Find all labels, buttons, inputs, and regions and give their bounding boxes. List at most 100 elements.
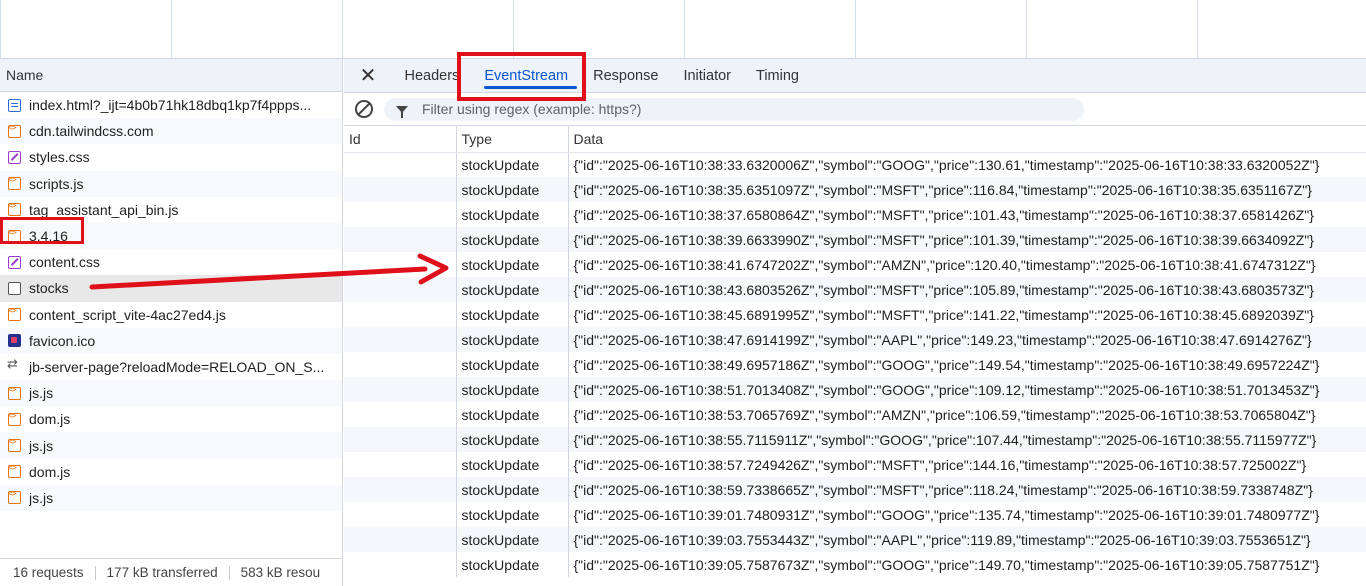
request-name: styles.css: [29, 149, 90, 166]
event-type-cell: stockUpdate: [456, 452, 569, 477]
event-type-cell: stockUpdate: [456, 427, 569, 452]
timeline-segment: [342, 0, 513, 58]
request-count: 16 requests: [13, 565, 84, 580]
event-data-cell: {"id":"2025-06-16T10:38:57.7249426Z","sy…: [568, 452, 1366, 477]
event-id-cell: [344, 152, 457, 177]
event-row[interactable]: stockUpdate {"id":"2025-06-16T10:38:57.72…: [344, 452, 1366, 477]
request-row[interactable]: js.js: [0, 432, 342, 459]
request-row[interactable]: favicon.ico: [0, 327, 342, 354]
request-row[interactable]: jb-server-page?reloadMode=RELOAD_ON_S...: [0, 354, 342, 380]
block-icon: [355, 100, 373, 118]
event-id-cell: [344, 277, 457, 302]
name-column-header[interactable]: Name: [0, 59, 342, 92]
event-row[interactable]: stockUpdate {"id":"2025-06-16T10:39:05.75…: [344, 552, 1366, 577]
detail-tab-bar: ✕ Headers EventStream Response Initiator…: [344, 52, 1366, 101]
stocks-request-highlight: [0, 217, 84, 244]
request-row[interactable]: scripts.js: [0, 170, 342, 197]
event-row[interactable]: stockUpdate {"id":"2025-06-16T10:38:49.69…: [344, 352, 1366, 377]
request-detail-panel: ✕ Headers EventStream Response Initiator…: [344, 52, 1366, 586]
event-type-cell: stockUpdate: [456, 252, 569, 277]
event-type-cell: stockUpdate: [456, 527, 569, 552]
request-row[interactable]: dom.js: [0, 459, 342, 485]
event-id-cell: [344, 302, 457, 327]
filter-box[interactable]: [384, 97, 1084, 121]
close-detail-button[interactable]: ✕: [344, 63, 392, 88]
event-row[interactable]: stockUpdate {"id":"2025-06-16T10:39:01.74…: [344, 502, 1366, 527]
event-id-cell: [344, 352, 457, 377]
event-id-cell: [344, 402, 457, 427]
request-name: favicon.ico: [29, 332, 96, 349]
event-data-cell: {"id":"2025-06-16T10:39:01.7480931Z","sy…: [568, 502, 1366, 527]
event-row[interactable]: stockUpdate {"id":"2025-06-16T10:38:59.73…: [344, 477, 1366, 502]
request-row[interactable]: js.js: [0, 380, 342, 407]
request-name: dom.js: [29, 411, 71, 428]
filter-input[interactable]: [422, 101, 1062, 117]
event-type-cell: stockUpdate: [456, 277, 569, 302]
event-row[interactable]: stockUpdate {"id":"2025-06-16T10:38:45.68…: [344, 302, 1366, 327]
request-name: scripts.js: [29, 175, 84, 192]
request-row[interactable]: content_script_vite-4ac27ed4.js: [0, 302, 342, 328]
event-row[interactable]: stockUpdate {"id":"2025-06-16T10:38:41.67…: [344, 252, 1366, 277]
request-row[interactable]: stocks: [0, 275, 342, 302]
event-row[interactable]: stockUpdate {"id":"2025-06-16T10:39:03.75…: [344, 527, 1366, 552]
script-icon: [8, 437, 21, 453]
clear-messages-button[interactable]: [344, 100, 384, 118]
event-row[interactable]: stockUpdate {"id":"2025-06-16T10:38:39.66…: [344, 227, 1366, 252]
stylesheet-icon: [8, 150, 21, 164]
request-row[interactable]: cdn.tailwindcss.com: [0, 118, 342, 145]
script-icon: [8, 123, 21, 138]
request-row[interactable]: content.css: [0, 249, 342, 275]
timeline-segment: [1197, 0, 1366, 58]
request-row[interactable]: styles.css: [0, 144, 342, 170]
event-row[interactable]: stockUpdate {"id":"2025-06-16T10:38:47.69…: [344, 327, 1366, 352]
event-data-cell: {"id":"2025-06-16T10:38:35.6351097Z","sy…: [568, 177, 1366, 202]
script-icon: [8, 489, 21, 505]
request-name: tag_assistant_api_bin.js: [29, 201, 179, 218]
event-type-cell: stockUpdate: [456, 377, 569, 402]
event-id-cell: [344, 502, 457, 527]
event-data-cell: {"id":"2025-06-16T10:38:41.6747202Z","sy…: [568, 252, 1366, 277]
event-type-cell: stockUpdate: [456, 477, 569, 502]
resources-size: 583 kB resou: [240, 565, 321, 580]
request-row[interactable]: index.html?_ijt=4b0b71hk18dbq1kp7f4ppps.…: [0, 92, 342, 118]
event-id-cell: [344, 477, 457, 502]
fetch-icon: [7, 356, 21, 373]
tab-initiator[interactable]: Initiator: [671, 59, 744, 93]
event-id-cell: [344, 327, 457, 352]
event-row[interactable]: stockUpdate {"id":"2025-06-16T10:38:55.71…: [344, 427, 1366, 452]
event-data-cell: {"id":"2025-06-16T10:38:59.7338665Z","sy…: [568, 477, 1366, 502]
script-icon: [8, 175, 21, 191]
event-type-cell: stockUpdate: [456, 227, 569, 252]
event-row[interactable]: stockUpdate {"id":"2025-06-16T10:38:53.70…: [344, 402, 1366, 427]
event-row[interactable]: stockUpdate {"id":"2025-06-16T10:38:43.68…: [344, 277, 1366, 302]
tab-timing[interactable]: Timing: [744, 59, 812, 93]
request-list-panel: Name index.html?_ijt=4b0b71hk18dbq1kp7f4…: [0, 59, 343, 586]
event-data-cell: {"id":"2025-06-16T10:38:33.6320006Z","sy…: [568, 152, 1366, 177]
tab-eventstream[interactable]: EventStream: [472, 59, 581, 93]
event-type-cell: stockUpdate: [456, 402, 569, 427]
timeline-segment: [855, 0, 1026, 58]
request-row[interactable]: dom.js: [0, 406, 342, 432]
network-timeline-overview[interactable]: [0, 0, 1366, 59]
event-row[interactable]: stockUpdate {"id":"2025-06-16T10:38:33.63…: [344, 152, 1366, 177]
script-icon: [8, 411, 21, 426]
timeline-segment: [684, 0, 855, 58]
event-type-cell: stockUpdate: [456, 302, 569, 327]
event-id-cell: [344, 177, 457, 202]
id-column-header[interactable]: Id: [344, 126, 457, 153]
stylesheet-icon: [8, 255, 21, 269]
event-row[interactable]: stockUpdate {"id":"2025-06-16T10:38:51.70…: [344, 377, 1366, 402]
event-type-cell: stockUpdate: [456, 202, 569, 227]
timeline-segment: [1026, 0, 1197, 58]
data-column-header[interactable]: Data: [568, 126, 1366, 153]
script-icon: [8, 306, 21, 322]
event-row[interactable]: stockUpdate {"id":"2025-06-16T10:38:37.65…: [344, 202, 1366, 227]
request-row[interactable]: js.js: [0, 484, 342, 511]
event-type-cell: stockUpdate: [456, 327, 569, 352]
tab-response[interactable]: Response: [581, 59, 671, 93]
event-data-cell: {"id":"2025-06-16T10:38:53.7065769Z","sy…: [568, 402, 1366, 427]
tab-headers[interactable]: Headers: [392, 59, 472, 93]
event-row[interactable]: stockUpdate {"id":"2025-06-16T10:38:35.63…: [344, 177, 1366, 202]
event-id-cell: [344, 377, 457, 402]
type-column-header[interactable]: Type: [456, 126, 569, 153]
